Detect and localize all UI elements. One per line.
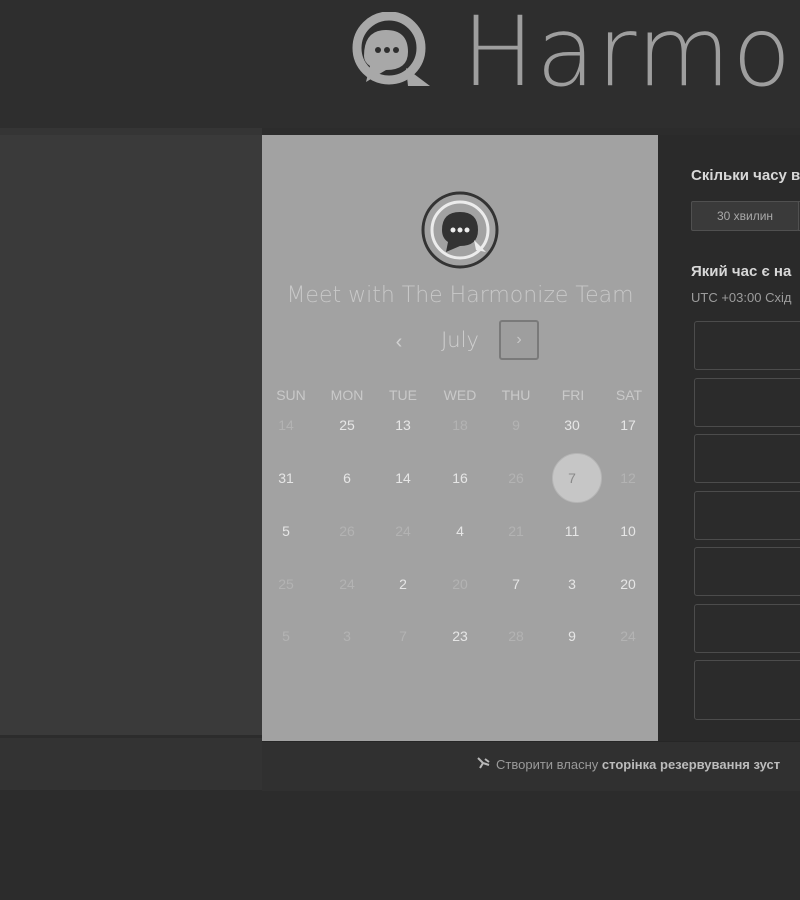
- calendar-day: 21: [508, 523, 524, 539]
- weekday-label: WED: [443, 387, 477, 403]
- calendar-day-selected[interactable]: 7: [544, 458, 600, 498]
- calendar-day[interactable]: 16: [432, 458, 488, 498]
- weekday-header: SUN MON TUE WED THU FRI SAT: [262, 387, 658, 405]
- team-avatar-icon: [421, 191, 499, 269]
- duration-option-button[interactable]: 30 хвилин: [691, 201, 799, 231]
- chat-bubble-logo-icon: [352, 12, 430, 86]
- calendar-day[interactable]: 4: [432, 511, 488, 551]
- left-background: [0, 135, 262, 735]
- booking-panel: Скільки часу в 30 хвилин Який час є на U…: [658, 135, 800, 741]
- scheduler-icon: [477, 757, 490, 769]
- footer-link[interactable]: Створити власну сторінка резервування зу…: [496, 757, 780, 772]
- app-header: Harmon: [0, 0, 800, 128]
- calendar-day: 24: [339, 576, 355, 592]
- calendar-day[interactable]: 30: [544, 405, 600, 445]
- calendar-day[interactable]: 10: [600, 511, 656, 551]
- calendar-day[interactable]: 20: [600, 564, 656, 604]
- calendar-day[interactable]: 2: [375, 564, 431, 604]
- calendar-day: 3: [343, 628, 351, 644]
- time-question: Який час є на: [691, 263, 792, 280]
- footer-prefix: Створити власну: [496, 757, 599, 772]
- calendar-day: 25: [278, 576, 294, 592]
- calendar-panel: Meet with The Harmonize Team ‹ July › SU…: [262, 135, 658, 741]
- calendar-day[interactable]: 6: [319, 458, 375, 498]
- weekday-label: THU: [501, 387, 531, 403]
- weekday-label: TUE: [389, 387, 417, 403]
- calendar-day: 20: [452, 576, 468, 592]
- calendar-day[interactable]: 14: [375, 458, 431, 498]
- next-month-button[interactable]: ›: [499, 320, 539, 360]
- event-title: Meet with The Harmonize Team: [286, 283, 634, 308]
- calendar-day: 26: [508, 470, 524, 486]
- calendar-day: 18: [452, 417, 468, 433]
- chevron-right-icon: ›: [516, 331, 522, 348]
- calendar-day[interactable]: 11: [544, 511, 600, 551]
- month-label: July: [441, 328, 479, 352]
- calendar-day[interactable]: 31: [258, 458, 314, 498]
- calendar-day: 5: [282, 628, 290, 644]
- weekday-label: SUN: [276, 387, 306, 403]
- calendar-day[interactable]: 3: [544, 564, 600, 604]
- calendar-day[interactable]: 5: [258, 511, 314, 551]
- time-slot-button[interactable]: [694, 660, 800, 720]
- brand-name: Harmon: [462, 0, 800, 108]
- calendar-day[interactable]: 13: [375, 405, 431, 445]
- footer-link-text[interactable]: сторінка резервування зуст: [602, 757, 780, 772]
- calendar-day: 26: [339, 523, 355, 539]
- footer-bar: Створити власну сторінка резервування зу…: [262, 741, 800, 791]
- weekday-label: MON: [330, 387, 364, 403]
- calendar-day: 24: [395, 523, 411, 539]
- calendar-day[interactable]: 9: [544, 616, 600, 656]
- time-slot-button[interactable]: [694, 434, 800, 483]
- duration-question: Скільки часу в: [691, 167, 800, 184]
- chevron-left-icon: ‹: [395, 331, 403, 353]
- calendar-day[interactable]: 23: [432, 616, 488, 656]
- calendar-day: 7: [399, 628, 407, 644]
- prev-month-button[interactable]: ‹: [387, 330, 411, 354]
- time-slot-button[interactable]: [694, 603, 800, 653]
- left-footer-background: [0, 738, 262, 790]
- calendar-day: 28: [508, 628, 524, 644]
- calendar-day: 12: [620, 470, 636, 486]
- time-slot-button[interactable]: [694, 321, 800, 370]
- time-slot-button[interactable]: [694, 490, 800, 540]
- weekday-label: SAT: [615, 387, 643, 403]
- calendar-day: 14: [278, 417, 294, 433]
- time-slot-button[interactable]: [694, 547, 800, 596]
- time-slot-button[interactable]: [694, 377, 800, 427]
- calendar-day[interactable]: 7: [488, 564, 544, 604]
- calendar-day: 9: [512, 417, 520, 433]
- calendar-day: 24: [620, 628, 636, 644]
- timezone-selector[interactable]: UTC +03:00 Схід: [691, 290, 791, 305]
- calendar-day[interactable]: 25: [319, 405, 375, 445]
- calendar-day[interactable]: 17: [600, 405, 656, 445]
- weekday-label: FRI: [561, 387, 585, 403]
